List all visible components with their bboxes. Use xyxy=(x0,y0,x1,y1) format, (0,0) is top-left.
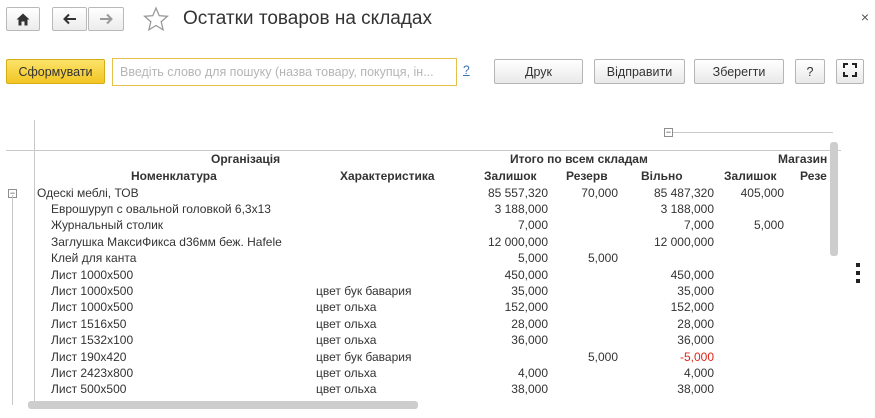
cell-characteristic: цвет бук бавария xyxy=(316,349,412,364)
cell-name: Журнальный столик xyxy=(51,218,164,233)
cell-free: 36,000 xyxy=(677,333,714,348)
cell-free: 4,000 xyxy=(683,366,714,380)
send-button[interactable]: Відправити xyxy=(594,59,685,84)
cell-name: Лист 2423х800 xyxy=(51,366,134,380)
cell-balance: 28,000 xyxy=(511,316,548,331)
cell-free: 152,000 xyxy=(670,300,714,315)
header-characteristic: Характеристика xyxy=(340,169,435,183)
cell-name: Лист 1532х100 xyxy=(51,333,134,348)
table-row[interactable]: Лист 1000х500 цвет ольха 152,000 152,000 xyxy=(6,300,841,316)
cell-characteristic: цвет бук бавария xyxy=(316,284,412,298)
fullscreen-button[interactable] xyxy=(836,59,864,84)
header-free: Вільно xyxy=(641,169,683,183)
cell-balance: 450,000 xyxy=(504,267,548,282)
cell-balance: 35,000 xyxy=(511,284,548,298)
group-name: Одескі меблі, ТОВ xyxy=(37,186,139,200)
table-row[interactable]: Лист 1000х500 450,000 450,000 xyxy=(6,268,841,284)
cell-characteristic: цвет ольха xyxy=(316,333,377,348)
table-row[interactable]: Клей для канта 5,000 5,000 xyxy=(6,251,841,267)
table-row[interactable]: Лист 2423х800 цвет ольха 4,000 4,000 xyxy=(6,366,841,382)
cell-name: Лист 1516х50 xyxy=(51,316,127,331)
group-free: 85 487,320 xyxy=(653,186,714,200)
collapse-icon[interactable]: − xyxy=(664,128,673,137)
vertical-dots-icon[interactable] xyxy=(856,263,860,287)
table-row[interactable]: Лист 1516х50 цвет ольха 28,000 28,000 xyxy=(6,317,841,333)
table-row[interactable]: Лист 1532х100 цвет ольха 36,000 36,000 xyxy=(6,333,841,349)
cell-balance: 4,000 xyxy=(517,366,548,380)
cell-free: -5,000 xyxy=(679,349,714,364)
cell-characteristic: цвет ольха xyxy=(316,300,377,315)
cell-free: 38,000 xyxy=(677,382,714,397)
arrow-right-icon xyxy=(99,13,113,25)
header-balance: Залишок xyxy=(484,169,537,183)
forward-button[interactable] xyxy=(88,7,124,31)
cell-reserve: 5,000 xyxy=(587,349,618,364)
star-icon[interactable] xyxy=(143,6,169,32)
cell-free: 450,000 xyxy=(670,267,714,282)
home-button[interactable] xyxy=(6,7,40,31)
vertical-scrollbar[interactable] xyxy=(830,142,838,256)
header-nomenclature: Номенклатура xyxy=(131,169,217,183)
table-row[interactable]: Лист 190х420 цвет бук бавария 5,000 -5,000 xyxy=(6,350,841,366)
cell-free: 12 000,000 xyxy=(653,234,714,249)
table-row[interactable]: Журнальный столик 7,000 7,000 5,000 xyxy=(6,218,841,234)
header-store-balance: Залишок xyxy=(724,169,777,183)
cell-store-balance: 5,000 xyxy=(753,218,784,233)
cell-name: Заглушка МаксиФикса d36мм беж. Hafele xyxy=(51,234,282,249)
header-organization: Організація xyxy=(211,152,281,166)
cell-name: Лист 190х420 xyxy=(51,349,127,364)
group-row[interactable]: Одескі меблі, ТОВ 85 557,320 70,000 85 4… xyxy=(6,186,841,202)
page-title: Остатки товаров на складах xyxy=(183,8,433,29)
home-icon xyxy=(16,13,30,26)
cell-balance: 152,000 xyxy=(504,300,548,315)
help-button[interactable]: ? xyxy=(795,59,825,84)
group-balance: 85 557,320 xyxy=(487,186,548,200)
cell-name: Еврошуруп с овальной головкой 6,3х13 xyxy=(51,202,271,216)
cell-name: Клей для канта xyxy=(51,251,137,266)
cell-free: 35,000 xyxy=(677,284,714,298)
cell-name: Лист 1000х500 xyxy=(51,284,134,298)
cell-balance: 36,000 xyxy=(511,333,548,348)
cell-free: 28,000 xyxy=(677,316,714,331)
horizontal-scrollbar[interactable] xyxy=(28,401,418,409)
cell-free: 7,000 xyxy=(683,218,714,233)
close-icon[interactable]: × xyxy=(861,9,869,25)
search-help-link[interactable]: ? xyxy=(463,63,470,77)
group-store-balance: 405,000 xyxy=(740,186,784,200)
table-row[interactable]: Лист 1000х500 цвет бук бавария 35,000 35,00… xyxy=(6,284,841,300)
column-group-collapse[interactable]: − xyxy=(664,128,834,138)
generate-button[interactable]: Сформувати xyxy=(6,59,105,84)
header-reserve: Резерв xyxy=(566,169,608,183)
header-store-reserve: Резе xyxy=(800,169,827,183)
table-row[interactable]: Лист 500х500 цвет ольха 38,000 38,000 xyxy=(6,382,841,398)
group-reserve: 70,000 xyxy=(581,186,618,200)
cell-balance: 12 000,000 xyxy=(487,234,548,249)
table-row[interactable]: Заглушка МаксиФикса d36мм беж. Hafele 12 … xyxy=(6,235,841,251)
table-row[interactable]: Еврошуруп с овальной головкой 6,3х13 3 18… xyxy=(6,202,841,218)
cell-name: Лист 500х500 xyxy=(51,382,127,397)
cell-balance: 38,000 xyxy=(511,382,548,397)
cell-characteristic: цвет ольха xyxy=(316,366,377,380)
header-store: Магазин xyxy=(778,152,828,166)
header-total-all-warehouses: Итого по всем складам xyxy=(510,152,648,166)
cell-characteristic: цвет ольха xyxy=(316,382,377,397)
expand-icon xyxy=(843,63,857,80)
cell-free: 3 188,000 xyxy=(660,202,714,216)
cell-balance: 3 188,000 xyxy=(494,202,548,216)
cell-balance: 5,000 xyxy=(517,251,548,266)
cell-characteristic: цвет ольха xyxy=(316,316,377,331)
print-button[interactable]: Друк xyxy=(494,59,583,84)
cell-name: Лист 1000х500 xyxy=(51,300,134,315)
back-button[interactable] xyxy=(52,7,87,31)
arrow-left-icon xyxy=(62,13,77,25)
cell-balance: 7,000 xyxy=(517,218,548,233)
report-table[interactable]: − Організація Номенклатура Характеристик… xyxy=(6,120,841,405)
cell-reserve: 5,000 xyxy=(587,251,618,266)
search-input[interactable] xyxy=(112,58,457,86)
cell-name: Лист 1000х500 xyxy=(51,267,134,282)
save-button[interactable]: Зберегти xyxy=(694,59,784,84)
